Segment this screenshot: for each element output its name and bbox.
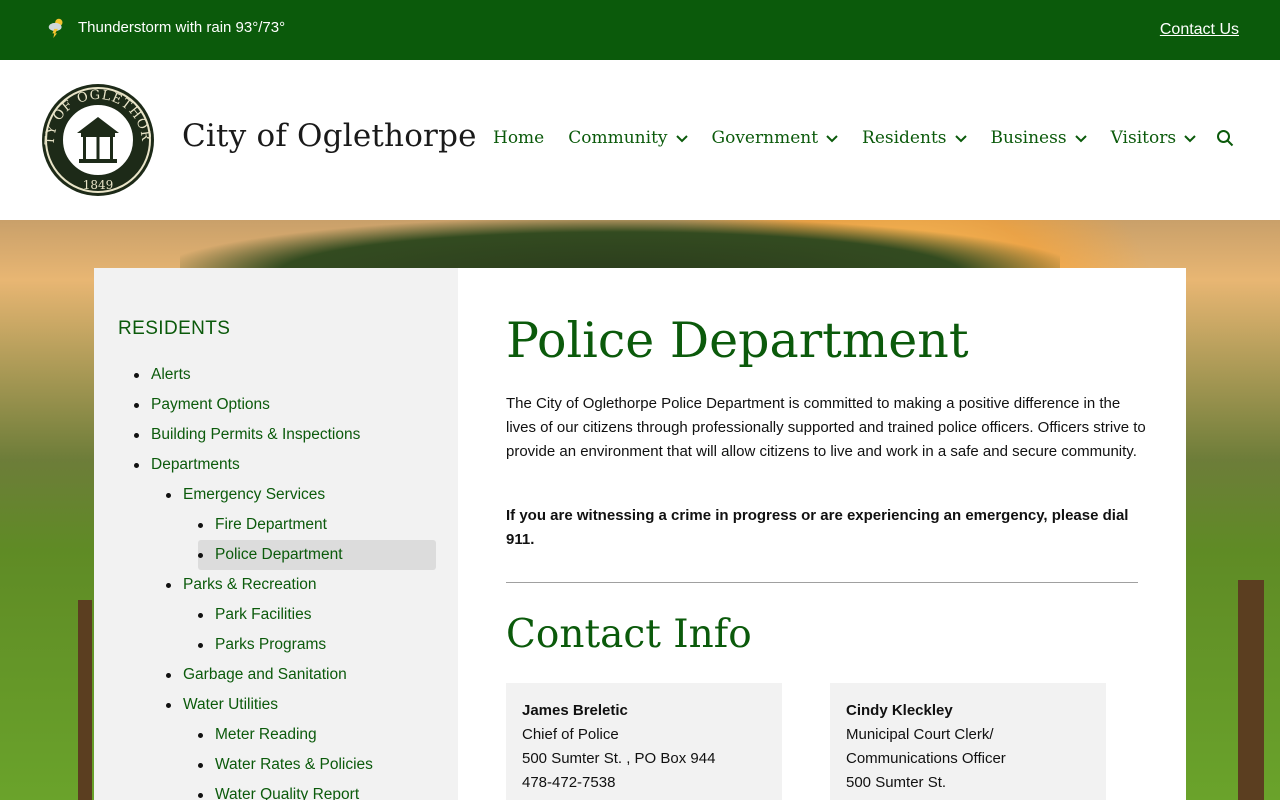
sidebar-item-meter-reading[interactable]: Meter Reading	[198, 720, 317, 750]
top-bar: Thunderstorm with rain 93°/73° Contact U…	[0, 0, 1280, 60]
contact-card: James Breletic Chief of Police 500 Sumte…	[506, 683, 782, 800]
sidebar-item-police-department[interactable]: Police Department	[198, 540, 436, 570]
sidebar-item-payment-options[interactable]: Payment Options	[134, 390, 270, 420]
sidebar-item-label: Park Facilities	[215, 606, 312, 623]
bullet	[166, 672, 171, 678]
sidebar-item-garbage-sanitation[interactable]: Garbage and Sanitation	[166, 660, 347, 690]
fence-post	[78, 600, 92, 800]
contact-name: James Breletic	[522, 702, 628, 719]
sidebar-item-departments[interactable]: Departments	[134, 450, 240, 480]
contact-name: Cindy Kleckley	[846, 702, 953, 719]
main-content: Police Department The City of Oglethorpe…	[458, 268, 1186, 800]
chevron-down-icon	[1184, 135, 1196, 143]
nav-residents[interactable]: Residents	[862, 128, 967, 148]
nav-home[interactable]: Home	[493, 128, 544, 148]
sidebar-item-label: Parks & Recreation	[183, 576, 317, 593]
sidebar-item-label: Police Department	[215, 546, 343, 563]
emergency-notice: If you are witnessing a crime in progres…	[506, 507, 1129, 548]
bullet	[198, 552, 203, 558]
bullet	[134, 432, 139, 438]
chevron-down-icon	[954, 135, 967, 143]
sidebar-item-water-rates[interactable]: Water Rates & Policies	[198, 750, 373, 780]
fence-post	[1238, 580, 1264, 800]
chevron-down-icon	[826, 135, 838, 143]
contact-line: Municipal Court Clerk/	[846, 726, 994, 743]
chevron-down-icon	[675, 135, 688, 143]
contact-line: Communications Officer	[846, 750, 1006, 767]
sidebar-item-building-permits[interactable]: Building Permits & Inspections	[134, 420, 360, 450]
bullet	[198, 522, 203, 528]
contact-phone[interactable]: 478-472-7538	[522, 771, 766, 795]
search-icon[interactable]	[1216, 129, 1234, 147]
contact-card: Cindy Kleckley Municipal Court Clerk/ Co…	[830, 683, 1106, 800]
chevron-down-icon	[1074, 135, 1087, 143]
city-seal-logo[interactable]: CITY OF OGLETHORPE 1849	[41, 83, 155, 197]
nav-label: Home	[493, 128, 545, 148]
sidebar-item-label: Water Utilities	[183, 696, 279, 713]
bullet	[198, 732, 203, 738]
bullet	[166, 582, 171, 588]
sidebar-item-label: Payment Options	[151, 396, 270, 413]
sidebar-item-label: Garbage and Sanitation	[183, 666, 347, 683]
bullet	[134, 402, 139, 408]
sidebar-item-alerts[interactable]: Alerts	[134, 360, 191, 390]
contact-us-link[interactable]: Contact Us	[1160, 21, 1239, 39]
bullet	[134, 462, 139, 468]
sidebar-item-parks-programs[interactable]: Parks Programs	[198, 630, 326, 660]
nav-label: Government	[711, 128, 819, 148]
bullet	[166, 702, 171, 708]
page-title: Police Department	[506, 312, 969, 369]
main-nav: Home Community Government Residents Busi…	[493, 128, 1234, 148]
bullet	[198, 642, 203, 648]
intro-paragraph: The City of Oglethorpe Police Department…	[506, 395, 1146, 460]
contact-line: Chief of Police	[522, 726, 619, 743]
nav-community[interactable]: Community	[568, 128, 688, 148]
sidebar-item-emergency-services[interactable]: Emergency Services	[166, 480, 325, 510]
weather-text: Thunderstorm with rain 93°/73°	[78, 18, 286, 36]
bullet	[198, 792, 203, 798]
sidebar-item-label: Parks Programs	[215, 636, 327, 653]
sidebar-item-fire-department[interactable]: Fire Department	[198, 510, 327, 540]
nav-label: Community	[568, 128, 668, 148]
sidebar-item-parks-recreation[interactable]: Parks & Recreation	[166, 570, 317, 600]
nav-label: Business	[990, 128, 1067, 148]
sidebar-item-label: Meter Reading	[215, 726, 317, 743]
sidebar-item-label: Water Rates & Policies	[215, 756, 373, 773]
nav-business[interactable]: Business	[991, 128, 1087, 148]
contact-info-heading: Contact Info	[506, 612, 752, 657]
nav-label: Visitors	[1110, 128, 1177, 148]
sidebar-item-water-utilities[interactable]: Water Utilities	[166, 690, 278, 720]
site-title[interactable]: City of Oglethorpe	[182, 118, 477, 154]
divider	[506, 582, 1138, 583]
sidebar-item-label: Fire Department	[215, 516, 327, 533]
contact-line: 500 Sumter St. , PO Box 944	[522, 750, 716, 767]
sidebar-item-label: Emergency Services	[183, 486, 326, 503]
sidebar-item-label: Water Quality Report	[215, 786, 360, 800]
site-header: CITY OF OGLETHORPE 1849 City of Oglethor…	[0, 60, 1280, 220]
weather-widget: Thunderstorm with rain 93°/73°	[46, 16, 285, 38]
sidebar-item-label: Departments	[151, 456, 240, 473]
svg-text:1849: 1849	[83, 178, 114, 192]
section-sidebar: RESIDENTS Alerts Payment Options Buildin…	[94, 268, 458, 800]
bullet	[166, 492, 171, 498]
nav-label: Residents	[862, 128, 947, 148]
bullet	[198, 762, 203, 768]
sidebar-item-label: Building Permits & Inspections	[151, 426, 361, 443]
sidebar-item-label: Alerts	[151, 366, 191, 383]
sidebar-item-park-facilities[interactable]: Park Facilities	[198, 600, 311, 630]
nav-visitors[interactable]: Visitors	[1111, 128, 1197, 148]
nav-government[interactable]: Government	[712, 128, 839, 148]
contact-line: 500 Sumter St.	[846, 774, 947, 791]
bullet	[134, 372, 139, 378]
sidebar-item-water-quality-report[interactable]: Water Quality Report	[198, 780, 359, 800]
thunderstorm-icon	[48, 18, 63, 38]
bullet	[198, 612, 203, 618]
sidebar-heading: RESIDENTS	[118, 318, 231, 339]
